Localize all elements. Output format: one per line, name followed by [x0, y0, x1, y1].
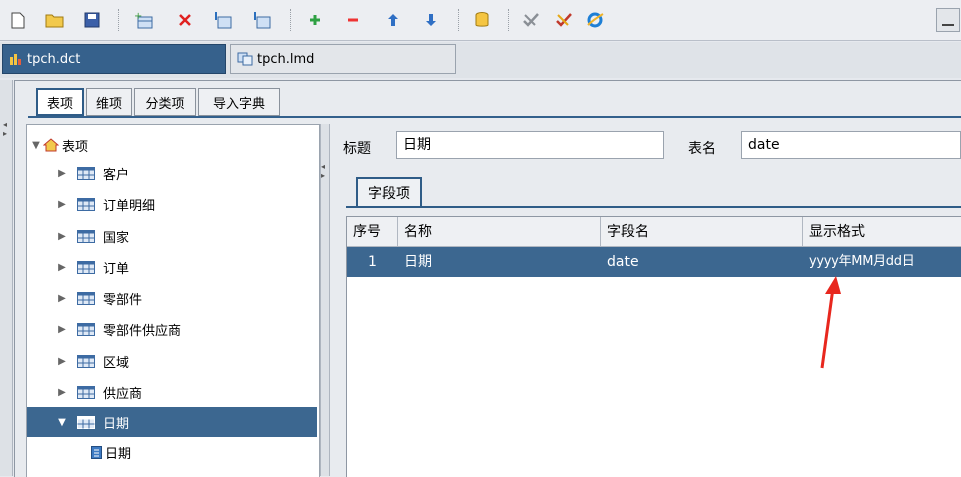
tab-dimension-items[interactable]: 维项 — [86, 88, 132, 116]
file-tab-label: tpch.lmd — [257, 51, 315, 67]
database-icon[interactable] — [472, 10, 492, 30]
title-input[interactable]: 日期 — [396, 131, 664, 159]
tab-import-dictionary[interactable]: 导入字典 — [198, 88, 280, 116]
import-table-icon[interactable] — [213, 10, 233, 30]
expand-arrow-icon[interactable]: ▼ — [31, 140, 41, 151]
expand-arrow-icon[interactable]: ▶ — [57, 199, 67, 210]
remove-row-icon[interactable] — [343, 10, 363, 30]
annotation-arrow-icon — [820, 276, 841, 369]
save-icon[interactable] — [82, 10, 102, 30]
splitter-arrows-icon: ◂ ▸ — [321, 162, 326, 180]
tree-item-label: 订单明细 — [103, 198, 156, 214]
table-icon — [77, 354, 95, 368]
move-up-icon[interactable] — [383, 10, 403, 30]
collapse-strip[interactable]: ◂ ▸ — [0, 80, 13, 476]
move-down-icon[interactable] — [421, 10, 441, 30]
tab-underline — [28, 116, 961, 118]
table-tree: ▼ 表项 ▶ 客户 ▶ 订单明细 ▶ 国家 ▶ 订单 ▶ 零部件 ▶ 零部件供应… — [26, 124, 320, 477]
tree-item[interactable]: ▶ 供应商 — [27, 377, 317, 407]
tab-category-items[interactable]: 分类项 — [134, 88, 196, 116]
cell-no[interactable]: 1 — [347, 247, 398, 277]
toolbar-separator — [508, 9, 510, 31]
new-file-icon[interactable] — [8, 10, 28, 30]
expand-arrow-icon[interactable]: ▶ — [57, 356, 67, 367]
add-row-icon[interactable] — [305, 10, 325, 30]
toolbar: + — [0, 0, 961, 41]
field-icon — [91, 445, 102, 459]
toolbar-separator — [118, 9, 120, 31]
column-header-no[interactable]: 序号 — [347, 217, 398, 247]
expand-arrow-icon[interactable]: ▶ — [57, 293, 67, 304]
minimize-button[interactable] — [936, 8, 960, 32]
column-header-field[interactable]: 字段名 — [601, 217, 803, 247]
table-icon — [77, 260, 95, 274]
browser-icon[interactable] — [585, 10, 605, 30]
tree-item-label: 客户 — [103, 167, 130, 183]
splitter[interactable]: ◂ ▸ — [320, 124, 330, 476]
field-grid: 序号 名称 字段名 显示格式 1 日期 date yyyy年MM月dd日 — [346, 216, 961, 477]
tree-child-field[interactable]: 日期 — [27, 437, 317, 467]
model-file-icon — [237, 52, 253, 66]
tool-icon[interactable] — [554, 10, 574, 30]
tree-item-label: 区域 — [103, 355, 130, 371]
tree-item-label: 日期 — [103, 416, 130, 432]
file-tab-tpch-lmd[interactable]: tpch.lmd — [230, 44, 456, 74]
toolbar-separator — [458, 9, 460, 31]
tree-item-label: 国家 — [103, 230, 130, 246]
table-icon — [77, 166, 95, 180]
export-table-icon[interactable] — [252, 10, 272, 30]
check-icon[interactable] — [521, 10, 541, 30]
expand-arrow-icon[interactable]: ▶ — [57, 387, 67, 398]
tree-child-label: 日期 — [105, 446, 132, 462]
tree-item[interactable]: ▶ 区域 — [27, 346, 317, 376]
file-tab-tpch-dct[interactable]: tpch.dct — [2, 44, 226, 74]
tree-item-label: 零部件 — [103, 292, 143, 308]
expand-arrow-icon[interactable]: ▶ — [57, 262, 67, 273]
tree-item[interactable]: ▶ 零部件供应商 — [27, 314, 317, 344]
expand-arrow-icon[interactable]: ▶ — [57, 231, 67, 242]
tab-field-items[interactable]: 字段项 — [356, 177, 422, 206]
title-label: 标题 — [343, 141, 371, 157]
table-icon — [77, 415, 95, 429]
add-table-icon[interactable]: + — [134, 10, 154, 30]
table-name-input[interactable]: date — [741, 131, 961, 159]
table-icon — [77, 197, 95, 211]
expand-arrow-icon[interactable]: ▶ — [57, 324, 67, 335]
tree-item[interactable]: ▶ 国家 — [27, 221, 317, 251]
table-icon — [77, 229, 95, 243]
delete-icon[interactable] — [175, 10, 195, 30]
tree-root-label: 表项 — [62, 139, 89, 155]
expand-arrow-icon[interactable]: ▶ — [57, 168, 67, 179]
tree-item-label: 供应商 — [103, 386, 143, 402]
tree-item[interactable]: ▶ 订单 — [27, 252, 317, 282]
tab-table-items[interactable]: 表项 — [36, 88, 84, 116]
tree-item-label: 零部件供应商 — [103, 323, 182, 339]
tree-item-label: 订单 — [103, 261, 130, 277]
column-header-name[interactable]: 名称 — [398, 217, 601, 247]
cell-name[interactable]: 日期 — [404, 247, 432, 277]
table-icon — [77, 291, 95, 305]
tree-root[interactable]: ▼ 表项 — [27, 130, 317, 160]
dictionary-file-icon — [10, 54, 21, 65]
tree-item[interactable]: ▶ 订单明细 — [27, 189, 317, 219]
column-header-format[interactable]: 显示格式 — [803, 217, 961, 247]
home-icon — [43, 138, 59, 152]
cell-field[interactable]: date — [607, 247, 639, 277]
collapse-arrow-icon[interactable]: ▼ — [57, 417, 67, 428]
file-tab-label: tpch.dct — [27, 51, 81, 67]
sub-tab-underline — [346, 206, 961, 208]
collapse-arrows-icon: ◂ ▸ — [3, 120, 8, 138]
open-folder-icon[interactable] — [45, 10, 65, 30]
table-icon — [77, 322, 95, 336]
tree-item[interactable]: ▶ 客户 — [27, 158, 317, 188]
file-tab-bar: tpch.dct tpch.lmd — [0, 42, 961, 78]
svg-text:+: + — [134, 11, 142, 22]
tree-item[interactable]: ▶ 零部件 — [27, 283, 317, 313]
toolbar-separator — [290, 9, 292, 31]
table-icon — [77, 385, 95, 399]
tree-item-selected[interactable]: ▼ 日期 — [27, 407, 317, 437]
table-name-label: 表名 — [688, 141, 716, 157]
